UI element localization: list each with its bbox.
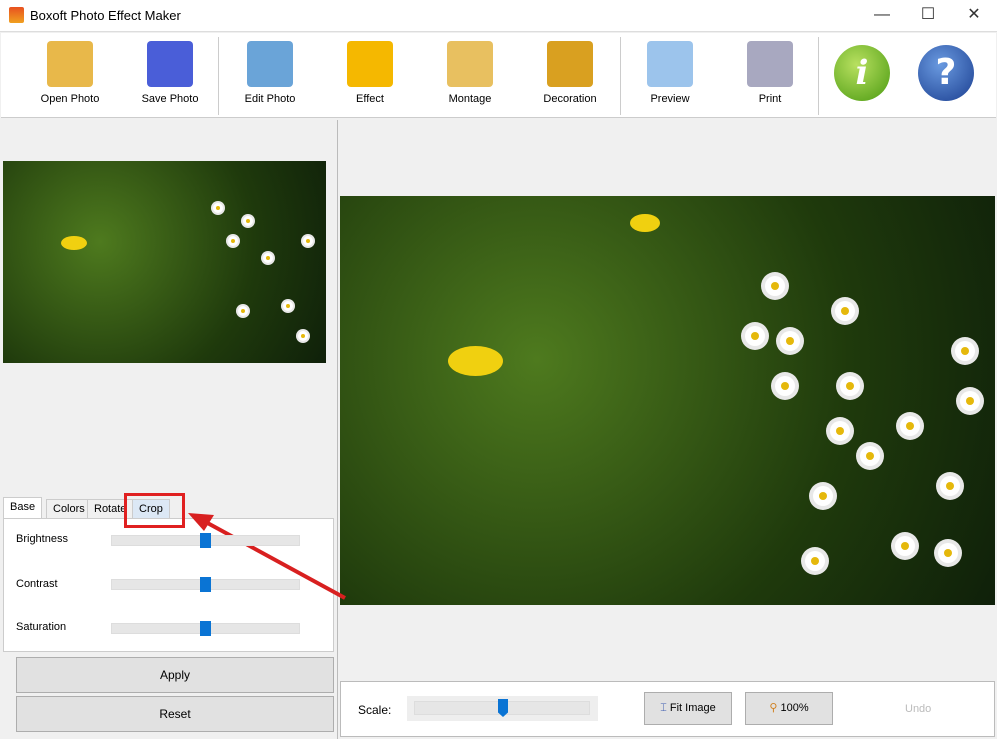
scale-slider[interactable] — [407, 696, 598, 721]
magnify-icon: ⚲ — [769, 702, 781, 714]
tab-base[interactable]: Base — [3, 497, 43, 519]
toolbar-label: Effect — [356, 93, 384, 105]
sun-icon — [347, 41, 393, 87]
window-title: Boxoft Photo Effect Maker — [30, 8, 181, 23]
close-button[interactable]: ✕ — [951, 0, 997, 32]
app-logo-icon — [9, 7, 24, 23]
apply-button[interactable]: Apply — [16, 657, 334, 693]
open-folder-icon — [47, 41, 93, 87]
toolbar-label: Decoration — [543, 93, 597, 105]
info-button[interactable]: i — [834, 45, 890, 101]
slider-thumb[interactable] — [200, 577, 211, 592]
main-photo-canvas[interactable] — [340, 196, 995, 605]
printer-icon — [747, 41, 793, 87]
toolbar-label: Montage — [448, 93, 492, 105]
decoration-frame-icon — [547, 41, 593, 87]
toolbar-print-button[interactable]: Print — [720, 33, 820, 118]
zoom-100-label: 100% — [780, 702, 809, 714]
saturation-label: Saturation — [16, 621, 67, 633]
help-button[interactable]: ? — [918, 45, 974, 101]
toolbar-montage-button[interactable]: Montage — [420, 33, 520, 118]
toolbar-label: Save Photo — [141, 93, 199, 105]
thumbnail-preview — [3, 161, 326, 363]
toolbar-edit-photo-button[interactable]: Edit Photo — [220, 33, 320, 118]
reset-button[interactable]: Reset — [16, 696, 334, 732]
minimize-button[interactable]: — — [859, 0, 905, 32]
undo-button[interactable]: Undo — [905, 703, 931, 715]
tab-colors[interactable]: Colors — [46, 499, 92, 519]
toolbar-preview-button[interactable]: Preview — [620, 33, 720, 118]
toolbar-effect-button[interactable]: Effect — [320, 33, 420, 118]
brightness-label: Brightness — [16, 533, 68, 545]
preview-magnifier-icon — [647, 41, 693, 87]
edit-photo-icon — [247, 41, 293, 87]
help-icon: ? — [935, 52, 957, 93]
slider-thumb[interactable] — [200, 533, 211, 548]
toolbar-label: Edit Photo — [244, 93, 296, 105]
slider-thumb[interactable] — [200, 621, 211, 636]
toolbar-label: Preview — [650, 93, 690, 105]
toolbar-label: Print — [758, 93, 782, 105]
title-bar: Boxoft Photo Effect Maker — ☐ ✕ — [0, 0, 997, 32]
contrast-slider[interactable] — [111, 577, 300, 592]
fit-image-icon: ⌶ — [660, 702, 670, 714]
fit-image-label: Fit Image — [669, 702, 716, 714]
saturation-slider[interactable] — [111, 621, 300, 636]
highlight-box — [124, 493, 185, 528]
info-icon: i — [855, 53, 869, 93]
toolbar-save-photo-button[interactable]: Save Photo — [120, 33, 220, 118]
brightness-slider[interactable] — [111, 533, 300, 548]
fit-image-button[interactable]: ⌶ Fit Image — [644, 692, 732, 725]
toolbar-label: Open Photo — [40, 93, 100, 105]
floppy-disk-icon — [147, 41, 193, 87]
toolbar-open-photo-button[interactable]: Open Photo — [20, 33, 120, 118]
scale-label: Scale: — [358, 703, 392, 717]
montage-icon — [447, 41, 493, 87]
zoom-100-button[interactable]: ⚲ 100% — [745, 692, 833, 725]
toolbar-decoration-button[interactable]: Decoration — [520, 33, 620, 118]
contrast-label: Contrast — [16, 578, 58, 590]
maximize-button[interactable]: ☐ — [905, 0, 951, 32]
toolbar: i ? Open Photo Save Photo Edit Photo Effect… — [1, 33, 996, 118]
